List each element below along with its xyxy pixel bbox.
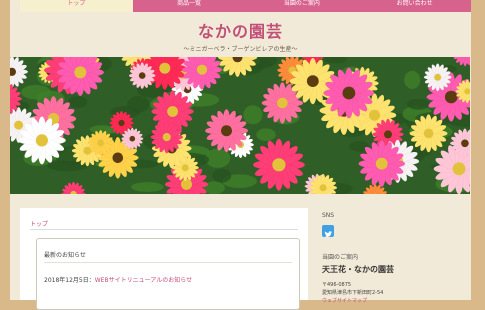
main-nav: トップ 商品一覧 当園のご案内 お問い合わせ <box>20 0 471 12</box>
map-link[interactable]: ウェブサイトマップ <box>322 297 367 304</box>
news-box: 最新のお知らせ 2018年12月5日：WEBサイトリニューアルのお知らせ <box>36 238 300 310</box>
twitter-icon[interactable] <box>322 225 334 237</box>
address: 愛知県津島市下新田町2-54 <box>322 289 383 296</box>
nav-item-contact[interactable]: お問い合わせ <box>358 0 471 12</box>
news-date: 2018年12月5日： <box>44 277 95 284</box>
news-heading: 最新のお知らせ <box>44 250 86 259</box>
hero-image <box>10 57 470 194</box>
sns-label: SNS <box>322 212 334 219</box>
gerbera-flowers-photo-icon <box>10 57 470 194</box>
nav-item-products[interactable]: 商品一覧 <box>133 0 246 12</box>
tagline: 〜ミニガーベラ・ブーゲンビレアの生産〜 <box>10 44 471 53</box>
postal-code: 〒496-0875 <box>322 281 351 288</box>
divider <box>30 229 298 230</box>
news-link[interactable]: WEBサイトリニューアルのお知らせ <box>95 277 192 284</box>
main-panel: トップ 最新のお知らせ 2018年12月5日：WEBサイトリニューアルのお知らせ <box>20 208 308 300</box>
nav-item-guide[interactable]: 当園のご案内 <box>246 0 359 12</box>
news-item: 2018年12月5日：WEBサイトリニューアルのお知らせ <box>44 275 192 284</box>
news-divider <box>44 262 292 263</box>
sidebar: SNS 当園のご案内 天王花・なかの園芸 〒496-0875 愛知県津島市下新田… <box>322 208 462 300</box>
breadcrumb[interactable]: トップ <box>30 219 48 228</box>
site-title[interactable]: なかの園芸 <box>10 18 471 42</box>
guide-label: 当園のご案内 <box>322 252 358 261</box>
nav-item-top[interactable]: トップ <box>20 0 133 12</box>
company-name: 天王花・なかの園芸 <box>322 264 394 275</box>
